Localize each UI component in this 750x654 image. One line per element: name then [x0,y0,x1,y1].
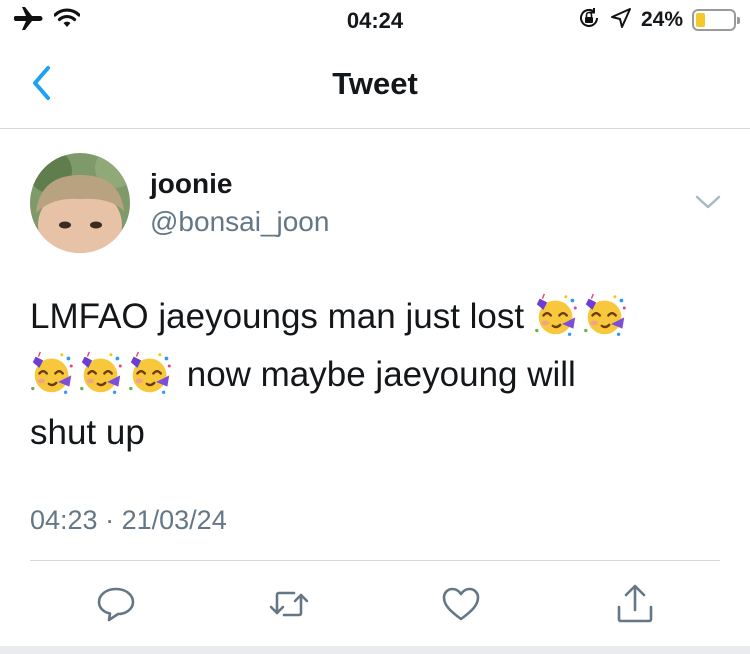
battery-cap [737,17,740,24]
partying-face-emoji [128,351,173,396]
battery-level-fill [696,13,705,27]
heart-icon [440,587,482,629]
tweet-text-segment: shut up [30,413,145,452]
tweet-text-segment: now maybe jaeyoung will [177,355,576,394]
page-title: Tweet [332,66,418,101]
partying-face-emoji [534,293,579,338]
orientation-lock-icon [577,6,601,35]
divider [30,560,720,561]
display-name[interactable]: joonie [150,168,232,200]
reply-button[interactable] [95,583,137,625]
like-button[interactable] [440,583,482,625]
tweet-timestamp: 04:23 · 21/03/24 [30,505,227,536]
battery-icon [692,9,740,31]
battery-percentage: 24% [640,8,683,31]
bottom-separator [0,646,750,654]
status-bar-right: 24% [577,6,740,35]
reply-icon [95,587,137,629]
tweet-text: LMFAO jaeyoungs man just lost now maybe … [30,288,720,462]
tweet-time: 04:23 [30,505,98,535]
tweet-menu-button[interactable] [694,192,722,212]
partying-face-emoji [79,351,124,396]
retweet-button[interactable] [268,583,310,625]
partying-face-emoji [30,351,75,396]
user-handle[interactable]: @bonsai_joon [150,206,329,238]
retweet-icon [268,591,310,629]
share-icon [614,584,656,629]
chevron-down-icon [694,195,722,216]
avatar[interactable] [30,153,130,253]
share-button[interactable] [614,583,656,625]
location-arrow-icon [610,7,632,34]
tweet-text-segment: LMFAO jaeyoungs man just lost [30,297,534,336]
status-bar: 04:24 24% [0,0,750,40]
partying-face-emoji [583,293,628,338]
tweet-date: 21/03/24 [121,505,227,535]
timestamp-separator: · [105,505,115,535]
nav-bar: Tweet [0,40,750,129]
